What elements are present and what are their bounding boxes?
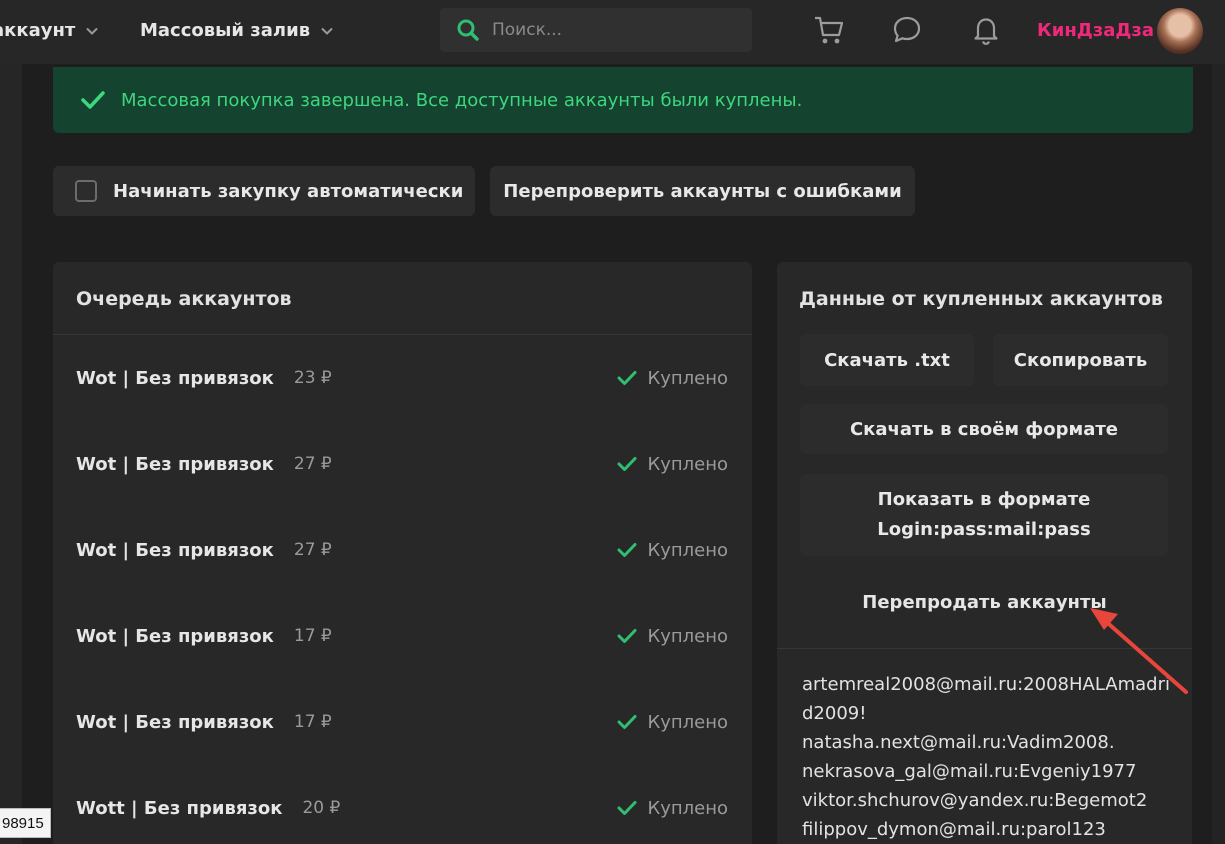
divider [777, 648, 1192, 649]
check-icon [617, 543, 637, 557]
status-label: Куплено [647, 625, 728, 647]
account-price: 17 ₽ [293, 712, 332, 732]
purchased-data-panel: Данные от купленных аккаунтов Скачать .t… [777, 262, 1192, 844]
copy-button[interactable]: Скопировать [993, 334, 1168, 386]
account-price: 17 ₽ [293, 626, 332, 646]
account-credentials-text: artemreal2008@mail.ru:2008HALAmadrid2009… [802, 670, 1172, 844]
chevron-down-icon [321, 27, 333, 35]
account-price: 23 ₽ [293, 368, 332, 388]
credential-line: artemreal2008@mail.ru:2008HALAmadrid2009… [802, 674, 1170, 724]
credential-line: viktor.shchurov@yandex.ru:Begemot2 [802, 790, 1148, 811]
account-name: Wot | Без привязок [76, 453, 274, 475]
queue-row: Wot | Без привязок 27 ₽ Куплено [53, 421, 752, 507]
check-icon [617, 371, 637, 385]
nav-mass-label: Массовый залив [140, 20, 311, 41]
nav-account-dropdown[interactable]: аккаунт [0, 20, 99, 41]
status-badge: Куплено [617, 798, 728, 819]
show-format-button[interactable]: Показать в формате Login:pass:mail:pass [800, 474, 1168, 556]
tooltip: 98915 [0, 808, 51, 838]
check-icon [617, 629, 637, 643]
search-box [440, 8, 752, 52]
chat-icon[interactable] [890, 13, 924, 47]
status-badge: Куплено [617, 540, 728, 561]
account-name: Wott | Без привязок [76, 797, 283, 819]
search-input[interactable] [492, 20, 732, 40]
auto-buy-checkbox[interactable] [75, 180, 97, 202]
check-icon [81, 91, 105, 109]
status-label: Куплено [647, 711, 728, 733]
status-badge: Куплено [617, 454, 728, 475]
resell-accounts-link[interactable]: Перепродать аккаунты [777, 582, 1192, 622]
chevron-down-icon [86, 27, 99, 35]
status-badge: Куплено [617, 712, 728, 733]
alert-message: Массовая покупка завершена. Все доступны… [121, 89, 803, 111]
download-custom-format-button[interactable]: Скачать в своём формате [800, 404, 1168, 454]
status-label: Куплено [647, 367, 728, 389]
status-label: Куплено [647, 797, 728, 819]
queue-row: Wot | Без привязок 27 ₽ Куплено [53, 507, 752, 593]
status-badge: Куплено [617, 368, 728, 389]
left-sidebar-edge [0, 64, 22, 844]
nav-mass-dropdown[interactable]: Массовый залив [140, 20, 334, 41]
queue-row: Wot | Без привязок 17 ₽ Куплено [53, 679, 752, 765]
nav-account-label: аккаунт [0, 20, 76, 41]
avatar[interactable] [1157, 8, 1203, 54]
auto-buy-label: Начинать закупку автоматически [113, 180, 464, 202]
account-name: Wot | Без привязок [76, 539, 274, 561]
queue-title: Очередь аккаунтов [76, 288, 292, 310]
status-label: Куплено [647, 453, 728, 475]
account-price: 27 ₽ [293, 454, 332, 474]
credential-line: filippov_dymon@mail.ru:parol123 [802, 819, 1106, 840]
check-icon [617, 801, 637, 815]
download-txt-button[interactable]: Скачать .txt [800, 334, 974, 386]
account-name: Wot | Без привязок [76, 711, 274, 733]
account-name: Wot | Без привязок [76, 625, 274, 647]
auto-buy-toggle[interactable]: Начинать закупку автоматически [53, 166, 475, 216]
accounts-queue-panel: Очередь аккаунтов Wot | Без привязок 23 ₽… [53, 262, 752, 844]
success-alert: Массовая покупка завершена. Все доступны… [53, 67, 1193, 133]
credential-line: natasha.next@mail.ru:Vadim2008. [802, 732, 1115, 753]
search-icon [457, 19, 479, 41]
top-header: аккаунт Массовый залив КинДзаДза [0, 0, 1225, 64]
check-icon [617, 457, 637, 471]
queue-row: Wott | Без привязок 20 ₽ Куплено [53, 765, 752, 844]
queue-row: Wot | Без привязок 23 ₽ Куплено [53, 335, 752, 421]
account-name: Wot | Без привязок [76, 367, 274, 389]
data-panel-title: Данные от купленных аккаунтов [799, 288, 1163, 310]
account-price: 20 ₽ [302, 798, 341, 818]
recheck-accounts-button[interactable]: Перепроверить аккаунты с ошибками [490, 166, 915, 216]
check-icon [617, 715, 637, 729]
status-label: Куплено [647, 539, 728, 561]
cart-icon[interactable] [812, 13, 846, 47]
queue-row: Wot | Без привязок 17 ₽ Куплено [53, 593, 752, 679]
status-badge: Куплено [617, 626, 728, 647]
show-format-line1: Показать в формате [877, 489, 1091, 510]
bell-icon[interactable] [969, 13, 1003, 47]
credential-line: nekrasova_gal@mail.ru:Evgeniy1977 [802, 761, 1137, 782]
right-page-edge [1212, 64, 1225, 844]
account-price: 27 ₽ [293, 540, 332, 560]
username-link[interactable]: КинДзаДза [1037, 20, 1154, 41]
show-format-line2: Login:pass:mail:pass [877, 519, 1091, 540]
